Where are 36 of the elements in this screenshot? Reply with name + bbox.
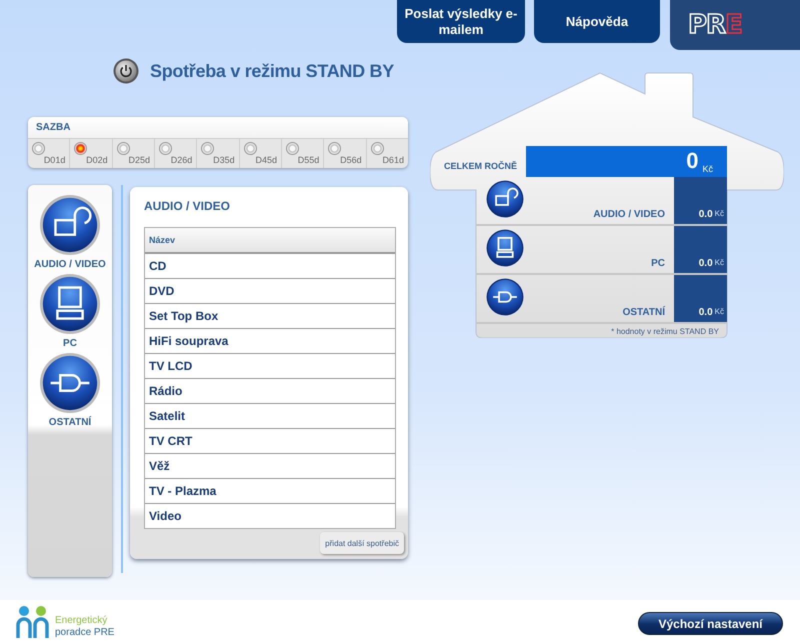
category-label: AUDIO / VIDEO	[592, 209, 666, 222]
category-value: 0.0	[698, 307, 713, 318]
category-label: PC	[650, 258, 666, 271]
tariff-option[interactable]: D26d	[154, 139, 198, 168]
tariff-option[interactable]: D56d	[324, 139, 367, 168]
tariff-option[interactable]: D02d	[70, 139, 113, 168]
category-label[interactable]: AUDIO / VIDEO	[34, 259, 106, 270]
logo-text: Energetický	[55, 614, 108, 626]
total-value: 0	[686, 148, 698, 174]
category-label[interactable]: PC	[63, 338, 77, 349]
column-header: Název	[145, 228, 395, 254]
tariff-option[interactable]: D01d	[28, 139, 70, 168]
tariff-option[interactable]: D61d	[366, 139, 408, 168]
panel-title: AUDIO / VIDEO	[144, 199, 232, 215]
tariff-label: SAZBA	[28, 117, 408, 139]
top-button[interactable]: Poslat výsledky e-mailem	[397, 0, 525, 43]
tariff-option[interactable]: D25d	[112, 139, 155, 168]
page-title: Spotřeba v režimu STAND BY	[150, 60, 394, 82]
category-value: 0.0	[698, 258, 713, 269]
tariff-option[interactable]: D45d	[240, 139, 282, 168]
currency-label: Kč	[714, 257, 724, 269]
tariff-option[interactable]: D35d	[197, 139, 240, 168]
currency-label: Kč	[714, 306, 724, 318]
category-label[interactable]: OSTATNÍ	[48, 417, 92, 428]
currency-label: Kč	[702, 164, 713, 174]
footnote: * hodnoty v režimu STAND BY	[610, 326, 720, 336]
add-device-button[interactable]: přidat další spotřebič	[320, 532, 404, 554]
logo: PRE	[688, 12, 742, 38]
category-label: OSTATNÍ	[622, 307, 666, 320]
total-label: CELKEM ROČNĚ	[442, 161, 518, 173]
reset-button[interactable]: Výchozí nastavení	[638, 612, 783, 635]
logo-text: poradce PRE	[55, 626, 114, 638]
tariff-option[interactable]: D55d	[282, 139, 324, 168]
currency-label: Kč	[714, 208, 724, 220]
category-value: 0.0	[698, 209, 713, 220]
top-button[interactable]: Nápověda	[534, 0, 660, 43]
